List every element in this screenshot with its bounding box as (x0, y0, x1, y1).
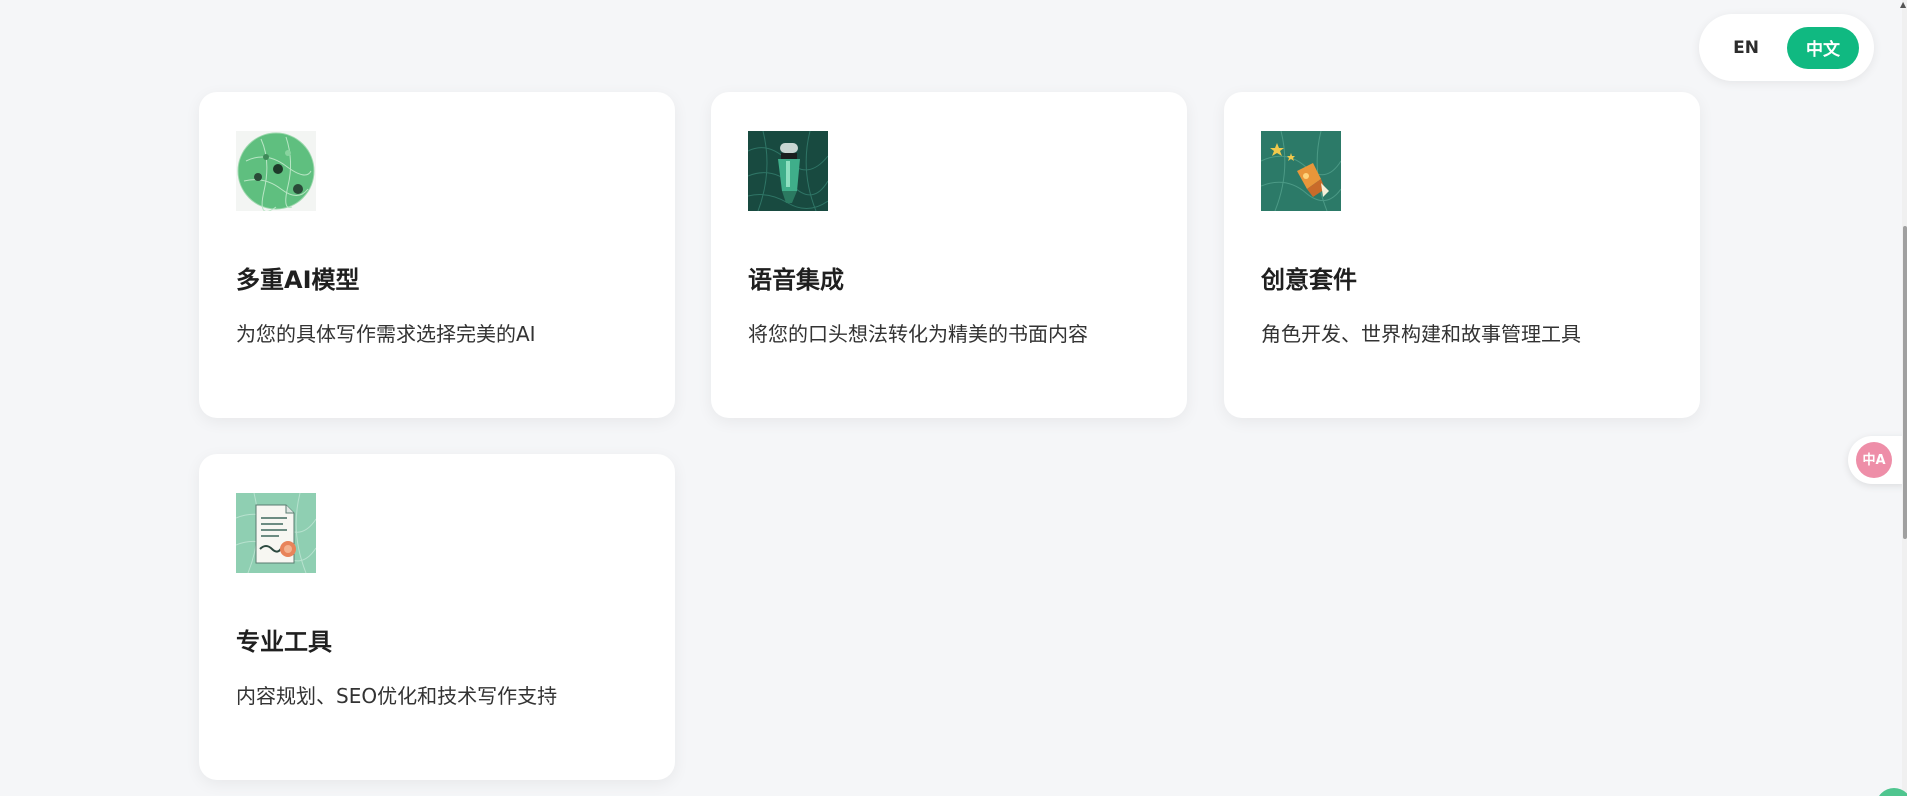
creative-pen-icon (1261, 131, 1341, 211)
floating-action-button[interactable] (1876, 788, 1907, 796)
page: EN 中文 多重AI模型 为您的具体写作需求选择完美的AI 语音集成 将您的口头… (0, 0, 1907, 796)
scroll-up-arrow-icon[interactable]: ▲ (1900, 0, 1906, 9)
card-title: 专业工具 (236, 628, 332, 656)
lang-zh-button[interactable]: 中文 (1787, 26, 1859, 69)
scrollbar-thumb[interactable] (1903, 226, 1907, 539)
card-description: 将您的口头想法转化为精美的书面内容 (748, 322, 1088, 346)
feature-card-pro-tools: 专业工具 内容规划、SEO优化和技术写作支持 (199, 454, 675, 780)
document-icon (236, 493, 316, 573)
translate-icon[interactable]: 中A (1856, 442, 1892, 478)
feature-card-voice: 语音集成 将您的口头想法转化为精美的书面内容 (711, 92, 1187, 418)
card-description: 内容规划、SEO优化和技术写作支持 (236, 684, 558, 708)
card-title: 语音集成 (748, 266, 844, 294)
lang-en-button[interactable]: EN (1709, 27, 1783, 69)
translate-widget[interactable]: 中A (1848, 436, 1907, 484)
feature-card-ai-models: 多重AI模型 为您的具体写作需求选择完美的AI (199, 92, 675, 418)
card-title: 创意套件 (1261, 266, 1357, 294)
green-planet-icon (236, 131, 316, 211)
card-description: 角色开发、世界构建和故事管理工具 (1261, 322, 1581, 346)
card-description: 为您的具体写作需求选择完美的AI (236, 322, 536, 346)
language-toggle: EN 中文 (1699, 14, 1874, 81)
feature-card-creative-suite: 创意套件 角色开发、世界构建和故事管理工具 (1224, 92, 1700, 418)
card-title: 多重AI模型 (236, 266, 360, 294)
microphone-icon (748, 131, 828, 211)
